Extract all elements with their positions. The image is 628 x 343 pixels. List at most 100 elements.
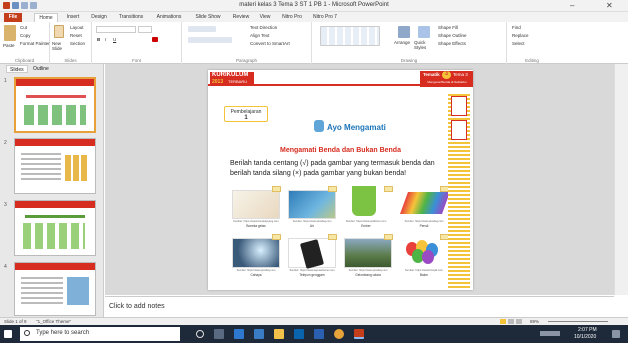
editing-group: Find Replace Select Editing	[507, 22, 557, 64]
arrange-button[interactable]: Arrange	[394, 40, 410, 45]
chrome-icon[interactable]	[334, 329, 344, 339]
italic-button[interactable]: I	[105, 37, 106, 42]
current-slide[interactable]: KURIKULUM 2013 TERBARU Tematik 3 Tema 3 …	[208, 70, 473, 290]
find-button[interactable]: Find	[512, 25, 521, 30]
editing-label: Editing	[525, 58, 539, 63]
status-bar: Slide 1 of 9 "1_Office Theme" 89%	[0, 317, 628, 325]
font-name-box[interactable]	[96, 26, 136, 33]
pembelajaran-number: 1	[244, 115, 248, 121]
copy-button[interactable]: Copy	[20, 33, 31, 38]
reading-view-icon[interactable]	[516, 319, 522, 324]
quick-styles-button[interactable]: Quick Styles	[414, 40, 434, 50]
edge-browser-icon[interactable]	[234, 329, 244, 339]
align-icons[interactable]	[188, 37, 232, 43]
tab-file[interactable]: File	[4, 13, 22, 22]
system-tray-icons[interactable]	[540, 331, 560, 336]
clock-date: 10/1/2020	[574, 334, 597, 340]
answer-box-2[interactable]	[328, 186, 337, 192]
image-gelombang	[344, 238, 392, 268]
shape-effects-button[interactable]: Shape Effects	[438, 41, 466, 46]
image-caption: Sumber: https://www.pixabay.com	[236, 269, 276, 272]
replace-button[interactable]: Replace	[512, 33, 529, 38]
tab-home[interactable]: Home	[34, 13, 58, 22]
convert-smartart-button[interactable]: Convert to SmartArt	[250, 41, 290, 46]
font-group: B I U Font	[92, 22, 182, 64]
image-caption: Sumber: https://www.poldicom.com	[345, 220, 387, 223]
align-text-button[interactable]: Align Text	[250, 33, 269, 38]
file-explorer-icon[interactable]	[274, 329, 284, 339]
image-name: Pensil	[419, 224, 429, 228]
slide-thumbnail-3[interactable]	[14, 200, 96, 256]
bullets-icon[interactable]	[188, 26, 216, 32]
tab-outline[interactable]: Outline	[30, 65, 52, 73]
bold-button[interactable]: B	[97, 37, 100, 42]
notes-pane[interactable]: Click to add notes	[105, 296, 614, 317]
shape-fill-button[interactable]: Shape Fill	[438, 25, 458, 30]
font-size-box[interactable]	[138, 26, 152, 33]
notifications-icon[interactable]	[612, 330, 620, 338]
close-button[interactable]: ✕	[606, 1, 613, 10]
windows-start-icon[interactable]	[4, 330, 12, 338]
cut-button[interactable]: Cut	[20, 25, 27, 30]
select-button[interactable]: Select	[512, 41, 525, 46]
minimize-button[interactable]: –	[570, 1, 574, 10]
tab-nitro-pro[interactable]: Nitro Pro	[280, 13, 304, 22]
new-slide-button[interactable]: New Slide	[52, 41, 68, 51]
shape-outline-button[interactable]: Shape Outline	[438, 33, 467, 38]
slide-sorter-icon[interactable]	[508, 319, 514, 324]
vertical-scrollbar[interactable]	[614, 64, 628, 295]
zoom-slider[interactable]	[548, 321, 608, 322]
image-pensil	[399, 192, 451, 214]
new-slide-icon[interactable]	[54, 25, 64, 38]
image-caption: Sumber: https://www.pixabay.com	[292, 220, 332, 223]
search-placeholder: Type here to search	[36, 330, 90, 336]
tema-suffix: Tema 3	[453, 72, 468, 77]
mail-icon[interactable]	[294, 329, 304, 339]
answer-box-7[interactable]	[384, 234, 393, 240]
tab-slides[interactable]: Slides	[6, 65, 28, 73]
drawing-group: Arrange Quick Styles Shape Fill Shape Ou…	[312, 22, 507, 64]
cortana-icon[interactable]	[196, 330, 204, 338]
reset-button[interactable]: Reset	[70, 33, 82, 38]
tab-view[interactable]: View	[257, 13, 273, 22]
drawing-label: Drawing	[400, 58, 418, 63]
tab-nitro-pro-7[interactable]: Nitro Pro 7	[310, 13, 340, 22]
shapes-gallery[interactable]	[320, 26, 380, 46]
tab-design[interactable]: Design	[88, 13, 110, 22]
word-icon[interactable]	[314, 329, 324, 339]
tab-transitions[interactable]: Transitions	[115, 13, 147, 22]
arrange-icon[interactable]	[398, 26, 410, 38]
format-painter-button[interactable]: Format Painter	[20, 41, 50, 46]
image-balon	[404, 240, 444, 266]
powerpoint-taskbar-icon[interactable]	[354, 329, 364, 339]
answer-box-5[interactable]	[272, 234, 281, 240]
answer-box-3[interactable]	[384, 186, 393, 192]
taskbar-search-box[interactable]: Type here to search	[20, 327, 180, 341]
paste-icon[interactable]	[4, 25, 16, 41]
image-name: Telepon genggam	[299, 273, 325, 277]
paste-button[interactable]: Paste	[3, 43, 15, 48]
slide-thumbnail-4[interactable]	[14, 262, 96, 316]
store-icon[interactable]	[254, 329, 264, 339]
underline-button[interactable]: U	[113, 37, 116, 42]
answer-box-6[interactable]	[328, 234, 337, 240]
image-caption: Sumber: https://www.pixabay.com	[404, 220, 444, 223]
tab-insert[interactable]: Insert	[63, 13, 83, 22]
quick-styles-icon[interactable]	[418, 26, 430, 38]
layout-button[interactable]: Layout	[70, 25, 84, 30]
slide-number: 1	[4, 78, 7, 84]
tab-slide-show[interactable]: Slide Show	[193, 13, 223, 22]
search-icon	[24, 330, 30, 336]
slide-thumbnail-1[interactable]	[14, 77, 96, 133]
slide-thumbnail-2[interactable]	[14, 138, 96, 194]
slides-label: Slides	[64, 58, 77, 63]
kurikulum-text: KURIKULUM	[212, 72, 249, 78]
normal-view-icon[interactable]	[500, 319, 506, 324]
section-button[interactable]: Section	[70, 41, 85, 46]
task-view-icon[interactable]	[214, 329, 224, 339]
tab-animations[interactable]: Animations	[153, 13, 185, 22]
answer-box-1[interactable]	[272, 186, 281, 192]
font-color-icon[interactable]	[152, 37, 158, 42]
text-direction-button[interactable]: Text Direction	[250, 25, 277, 30]
tab-review[interactable]: Review	[230, 13, 252, 22]
